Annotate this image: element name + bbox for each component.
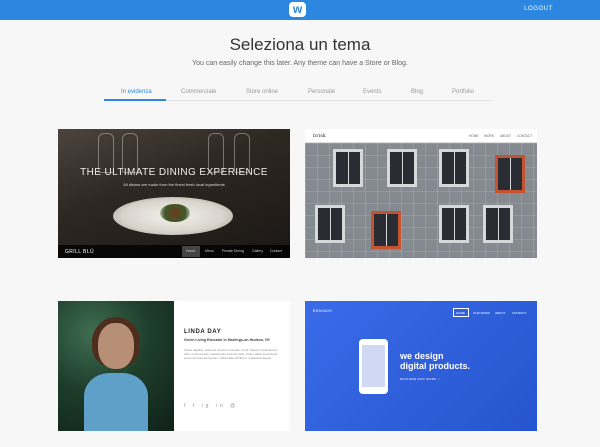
theme-card-bravado[interactable]: BRAVADO HOME OUR WORK ABOUT CONTACT we d… (305, 301, 537, 431)
phone-image (359, 339, 388, 394)
preview-nav-item: CONTACT (517, 134, 533, 138)
social-icons: f t ig in @ (184, 403, 238, 409)
tab-in-evidenza[interactable]: In evidenza (121, 89, 152, 95)
window-image (483, 205, 513, 243)
window-image (439, 205, 469, 243)
tab-store-online[interactable]: Store online (246, 89, 278, 95)
facebook-icon: f (184, 403, 189, 409)
preview-nav-item: HOME (456, 311, 465, 315)
theme-preview-headline: THE ULTIMATE DINING EXPERIENCE (80, 167, 268, 178)
preview-nav-item: Home (186, 249, 196, 253)
theme-preview-subtitle: All dishes are made from the finest fres… (123, 182, 225, 187)
theme-card-grill-blu[interactable]: THE ULTIMATE DINING EXPERIENCE All dishe… (58, 129, 290, 258)
preview-nav-item: Private Dining (222, 249, 244, 253)
theme-preview-name: LINDA DAY (184, 329, 222, 335)
theme-preview-header: brisk HOME WORK ABOUT CONTACT (305, 129, 537, 143)
window-image (439, 149, 469, 187)
phone-screen (362, 345, 385, 387)
theme-category-tabs: In evidenza Commerciale Store online Per… (104, 86, 492, 101)
tab-blog[interactable]: Blog (411, 89, 423, 95)
theme-preview-role: Green Living Educator in Hastings-on-Hud… (184, 338, 271, 342)
top-bar: w LOGOUT (0, 0, 600, 20)
window-image (371, 211, 401, 249)
theme-brand: brisk (313, 133, 326, 139)
preview-nav-item: Gallery (252, 249, 264, 253)
page-title: Seleziona un tema (229, 35, 371, 54)
preview-nav-item: Contact (270, 249, 283, 253)
theme-preview-bio: Fusce dapibus, tellus ac cursus commodo,… (184, 348, 278, 361)
preview-nav-item: CONTACT (512, 311, 527, 315)
window-image (315, 205, 345, 243)
preview-nav-item: OUR WORK (473, 311, 490, 315)
instagram-icon: ig (201, 403, 212, 409)
tab-personale[interactable]: Personale (308, 89, 335, 95)
linkedin-icon: in (215, 403, 226, 409)
window-image (333, 149, 363, 187)
twitter-icon: t (192, 403, 198, 409)
theme-card-linda-day[interactable]: LINDA DAY Green Living Educator in Hasti… (58, 301, 290, 431)
weebly-logo-icon[interactable]: w (289, 2, 306, 17)
face-shape (98, 323, 134, 369)
window-image (387, 149, 417, 187)
active-tab-indicator (104, 99, 166, 101)
theme-brand: GRILL BLÜ (65, 249, 94, 255)
preview-nav-item: HOME (469, 134, 479, 138)
logout-link[interactable]: LOGOUT (524, 6, 553, 12)
food-image (160, 204, 190, 222)
page-subtitle: You can easily change this later. Any th… (192, 60, 408, 67)
preview-nav-item: ABOUT (500, 134, 511, 138)
tab-commerciale[interactable]: Commerciale (181, 89, 216, 95)
theme-preview-headline: digital products. (400, 361, 471, 371)
preview-nav-item: Menu (205, 249, 214, 253)
theme-preview-link: EXPLORE OUR WORK > (400, 377, 440, 381)
window-image (495, 155, 525, 193)
tab-events[interactable]: Events (363, 89, 381, 95)
email-icon: @ (230, 403, 239, 409)
preview-nav-item: WORK (484, 134, 494, 138)
theme-preview-footer: GRILL BLÜ Home Menu Private Dining Galle… (58, 245, 290, 258)
theme-preview-headline: we design (400, 351, 444, 361)
preview-nav-item: ABOUT (495, 311, 506, 315)
theme-brand: BRAVADO (313, 309, 333, 313)
tab-portfolio[interactable]: Portfolio (452, 89, 474, 95)
portrait-image (58, 301, 174, 431)
building-facade-image (305, 143, 537, 258)
theme-card-brisk[interactable]: brisk HOME WORK ABOUT CONTACT (305, 129, 537, 258)
dress-shape (84, 373, 148, 431)
